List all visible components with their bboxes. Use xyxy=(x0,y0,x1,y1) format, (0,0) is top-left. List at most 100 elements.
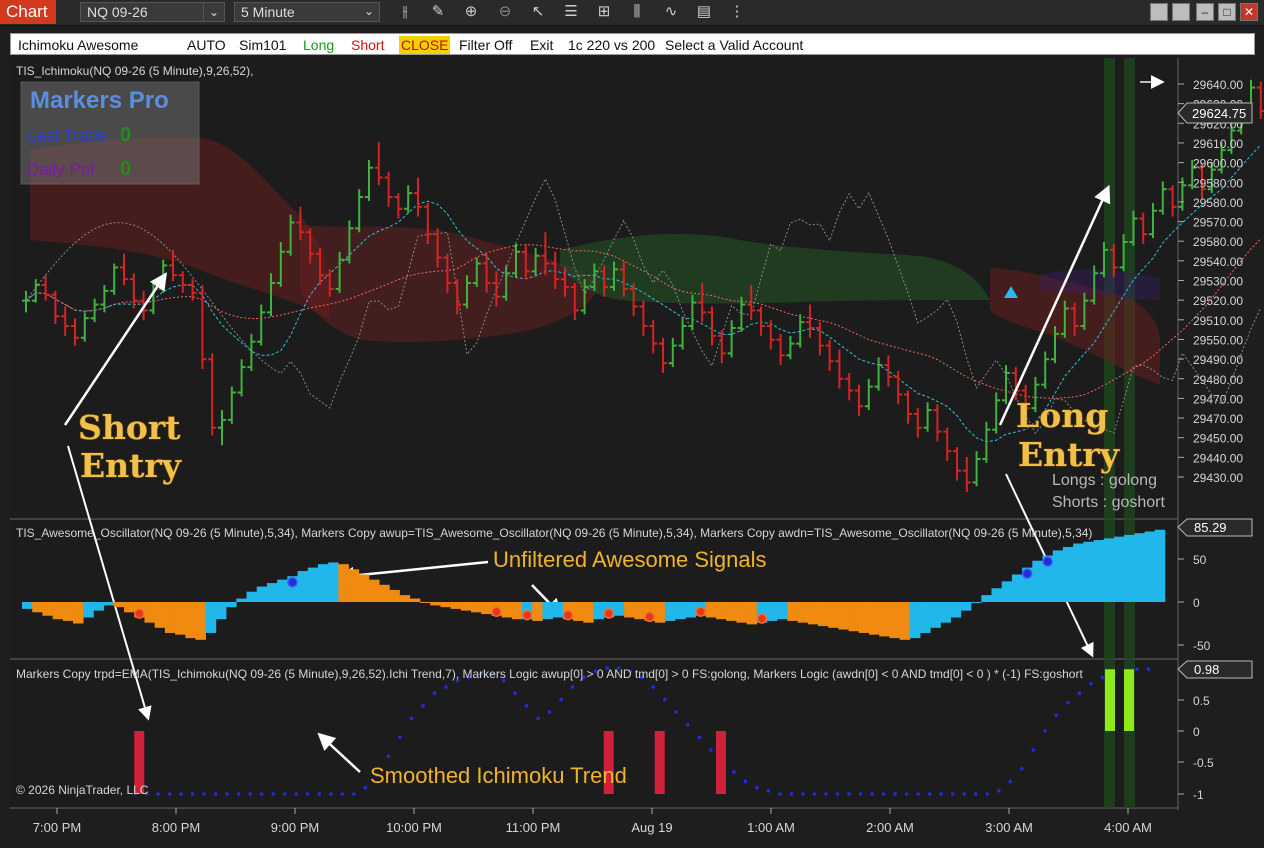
price-tick-label: 29470.00 xyxy=(1193,412,1243,426)
ao-bar xyxy=(144,602,155,623)
trend-dot xyxy=(789,792,794,796)
ao-bar xyxy=(899,602,911,640)
ao-bar xyxy=(481,602,492,615)
ao-current-badge: 85.29 xyxy=(1177,518,1253,537)
short-signal-bar xyxy=(654,731,665,794)
ao-bar xyxy=(766,602,778,621)
ao-bar xyxy=(511,602,523,620)
price-tick-label: 29640.00 xyxy=(1193,78,1243,92)
long-entry-label-line1: Long xyxy=(1016,396,1108,435)
trend-dot xyxy=(927,792,932,796)
ao-short-marker xyxy=(603,608,615,619)
ao-bar xyxy=(195,602,206,640)
ao-bar xyxy=(32,602,43,613)
ao-bar xyxy=(971,602,982,603)
trend-dot xyxy=(547,710,552,714)
trend-dot xyxy=(271,792,276,796)
ao-bar xyxy=(73,602,84,624)
trend-dot xyxy=(179,792,183,796)
trend-dot xyxy=(1008,779,1013,784)
ao-bar xyxy=(450,602,462,609)
ao-bar xyxy=(1093,540,1105,602)
ao-bar xyxy=(858,602,870,633)
trend-dot xyxy=(858,792,863,796)
trend-dot xyxy=(167,792,172,796)
trend-dot xyxy=(444,685,448,689)
ao-bar xyxy=(1001,581,1013,602)
ao-bar xyxy=(552,602,564,618)
trend-dot xyxy=(409,716,414,721)
ao-bar xyxy=(675,602,686,620)
trend-dot xyxy=(1100,675,1105,680)
trend-dot xyxy=(156,792,160,796)
trend-dot xyxy=(248,792,252,796)
time-tick-label: 11:00 PM xyxy=(506,820,561,835)
ao-bar xyxy=(420,602,431,603)
ao-bar xyxy=(1011,574,1023,602)
trend-dot xyxy=(421,704,425,708)
ao-bar xyxy=(185,602,196,639)
chart-area[interactable]: TIS_Ichimoku(NQ 09-26 (5 Minute),9,26,52… xyxy=(0,0,1264,848)
ao-bar xyxy=(409,598,421,602)
trend-axis[interactable]: 0.5 0 -0.5 -1 xyxy=(1178,694,1214,802)
trend-tick: -1 xyxy=(1193,788,1204,802)
time-tick-label: 10:00 PM xyxy=(386,820,442,835)
short-signal-bar xyxy=(715,731,726,794)
price-panel-title: TIS_Ichimoku(NQ 09-26 (5 Minute),9,26,52… xyxy=(16,64,253,78)
trend-tick: 0 xyxy=(1193,725,1200,739)
trend-dot xyxy=(432,691,437,695)
ao-short-marker xyxy=(491,606,502,618)
ao-bar xyxy=(62,602,74,621)
time-tick-label: 1:00 AM xyxy=(747,820,795,835)
ao-long-marker xyxy=(1042,556,1053,567)
ao-bar xyxy=(1134,533,1145,602)
price-tick-label: 29430.00 xyxy=(1193,471,1243,485)
trend-dot xyxy=(732,770,736,774)
ao-bar xyxy=(848,602,860,632)
trend-dot xyxy=(743,779,748,784)
trend-dot xyxy=(202,792,206,796)
trend-dot xyxy=(363,785,368,790)
trend-dot xyxy=(916,792,920,796)
ao-bar xyxy=(430,602,441,606)
trend-dot xyxy=(778,792,782,796)
ao-long-marker xyxy=(287,576,298,588)
trend-dot xyxy=(213,792,218,796)
ao-bar xyxy=(634,602,645,620)
ao-bar xyxy=(787,602,798,621)
ao-bar xyxy=(379,584,390,602)
ao-bar xyxy=(1062,546,1074,602)
trend-dot xyxy=(881,792,886,796)
ao-bar xyxy=(317,564,329,602)
trend-dot xyxy=(398,735,402,740)
trend-dot xyxy=(317,792,322,796)
trend-dot xyxy=(674,710,679,714)
trend-tick: 0.5 xyxy=(1193,694,1210,708)
time-axis[interactable]: 7:00 PM 8:00 PM 9:00 PM 10:00 PM 11:00 PM Aug… xyxy=(33,808,1152,835)
trend-dot xyxy=(190,792,195,796)
price-tick-label: 29470.00 xyxy=(1193,392,1243,406)
long-signal-bar xyxy=(1124,669,1134,731)
trend-dot xyxy=(962,792,967,796)
ao-bar xyxy=(1032,560,1043,602)
ao-bar xyxy=(389,589,400,602)
ao-bar xyxy=(532,602,543,621)
trend-panel-title: Markers Copy trpd=EMA(TIS_Ichimoku(NQ 09… xyxy=(16,667,1083,681)
price-tick-label: 29450.00 xyxy=(1193,432,1243,446)
legend-shorts: Shorts : goshort xyxy=(1052,494,1166,511)
trend-dot xyxy=(305,792,310,796)
price-axis[interactable]: 29640.0029630.0029620.0029610.0029600.00… xyxy=(1178,78,1243,485)
ao-bar xyxy=(960,602,972,611)
trend-dot xyxy=(766,789,771,793)
ao-axis[interactable]: 50 0 -50 xyxy=(1178,553,1211,653)
trend-dot xyxy=(904,792,909,796)
ao-bar xyxy=(593,602,605,620)
time-tick-label: 8:00 PM xyxy=(152,820,200,835)
last-trade-value: 0 xyxy=(120,124,131,146)
ao-bar xyxy=(348,569,360,602)
ao-bar xyxy=(1113,536,1125,602)
ao-bar xyxy=(777,602,788,620)
trend-dot xyxy=(340,792,345,796)
ao-bar xyxy=(297,571,309,602)
ao-bar xyxy=(22,602,33,609)
